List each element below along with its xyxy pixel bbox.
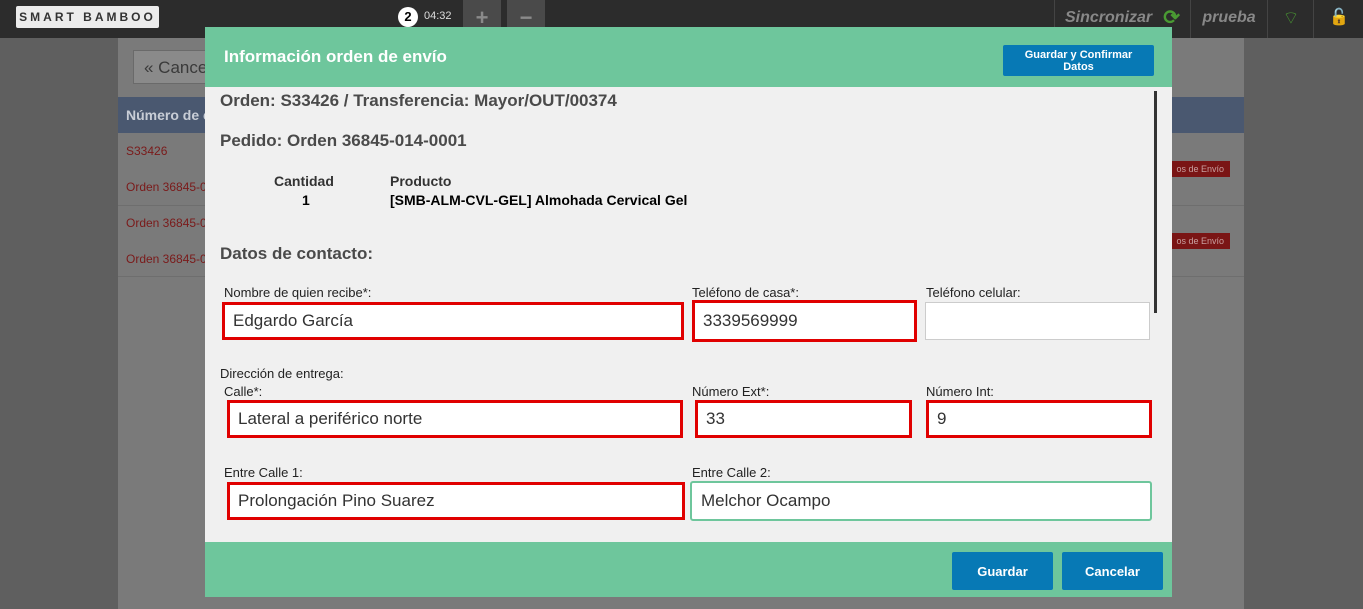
recipient-input[interactable] bbox=[222, 302, 684, 340]
cross-street-2-input[interactable] bbox=[690, 481, 1152, 521]
modal-header: Información orden de envío Guardar y Con… bbox=[205, 27, 1172, 87]
wifi-icon: ⌔ bbox=[1267, 0, 1314, 38]
order-count-badge: 2 bbox=[398, 7, 418, 27]
ext-number-label: Número Ext*: bbox=[692, 384, 770, 399]
unlock-icon[interactable]: 🔓 bbox=[1313, 0, 1363, 38]
home-phone-label: Teléfono de casa*: bbox=[692, 285, 799, 300]
sync-label: Sincronizar bbox=[1065, 9, 1153, 26]
contact-heading: Datos de contacto: bbox=[220, 244, 374, 263]
quantity-header: Cantidad bbox=[274, 173, 334, 189]
user-name[interactable]: prueba bbox=[1190, 0, 1267, 38]
save-button[interactable]: Guardar bbox=[952, 552, 1053, 590]
save-confirm-button[interactable]: Guardar y Confirmar Datos bbox=[1003, 45, 1154, 76]
background-row: Orden 36845-0 bbox=[126, 216, 207, 230]
modal-footer: Guardar Cancelar bbox=[205, 542, 1172, 597]
background-row: S33426 bbox=[126, 144, 168, 158]
street-input[interactable] bbox=[227, 400, 683, 438]
order-timer: 04:32 bbox=[424, 10, 452, 22]
home-phone-input[interactable] bbox=[692, 300, 917, 342]
ext-number-input[interactable] bbox=[695, 400, 912, 438]
mobile-phone-label: Teléfono celular: bbox=[926, 285, 1021, 300]
order-heading: Orden: S33426 / Transferencia: Mayor/OUT… bbox=[220, 91, 617, 110]
background-cancel-button: « Cance bbox=[133, 50, 213, 84]
product-value: [SMB-ALM-CVL-GEL] Almohada Cervical Gel bbox=[390, 192, 688, 208]
modal-body: Orden: S33426 / Transferencia: Mayor/OUT… bbox=[205, 87, 1172, 542]
cross-street-1-label: Entre Calle 1: bbox=[224, 465, 303, 480]
background-row: Orden 36845-0 bbox=[126, 180, 207, 194]
pedido-heading: Pedido: Orden 36845-014-0001 bbox=[220, 131, 467, 150]
address-label: Dirección de entrega: bbox=[220, 366, 344, 381]
cross-street-2-label: Entre Calle 2: bbox=[692, 465, 771, 480]
cancel-button[interactable]: Cancelar bbox=[1062, 552, 1163, 590]
cross-street-1-input[interactable] bbox=[227, 482, 685, 520]
app-logo: SMART BAMBOO bbox=[16, 6, 159, 28]
background-row: Orden 36845-0 bbox=[126, 252, 207, 266]
int-number-label: Número Int: bbox=[926, 384, 994, 399]
recipient-label: Nombre de quien recibe*: bbox=[224, 285, 372, 300]
shipping-info-modal: Información orden de envío Guardar y Con… bbox=[205, 27, 1172, 597]
mobile-phone-input[interactable] bbox=[925, 302, 1150, 340]
modal-title: Información orden de envío bbox=[224, 47, 447, 66]
int-number-input[interactable] bbox=[926, 400, 1152, 438]
product-header: Producto bbox=[390, 173, 452, 189]
quantity-value: 1 bbox=[302, 192, 310, 208]
modal-scrollbar[interactable] bbox=[1154, 91, 1157, 313]
street-label: Calle*: bbox=[224, 384, 263, 399]
